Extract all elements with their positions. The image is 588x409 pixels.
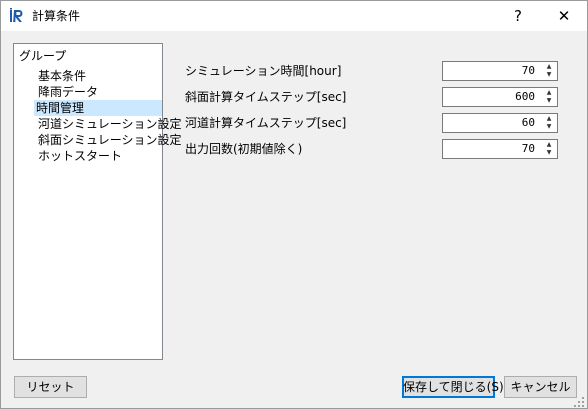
- river-timestep-value[interactable]: 60: [443, 114, 539, 132]
- spin-up-icon[interactable]: ▲: [542, 89, 556, 97]
- spin-arrows[interactable]: ▲ ▼: [542, 89, 556, 105]
- help-button[interactable]: ?: [495, 1, 541, 31]
- tree-item-time-management[interactable]: 時間管理: [34, 100, 162, 116]
- spin-down-icon[interactable]: ▼: [542, 123, 556, 131]
- title-bar[interactable]: 計算条件 ? ✕: [1, 1, 587, 31]
- group-header: グループ: [19, 49, 67, 63]
- spin-arrows[interactable]: ▲ ▼: [542, 141, 556, 157]
- tree-item-basic-conditions[interactable]: 基本条件: [36, 68, 86, 84]
- save-and-close-button[interactable]: 保存して閉じる(S): [402, 376, 504, 398]
- spin-arrows[interactable]: ▲ ▼: [542, 115, 556, 131]
- simulation-time-value[interactable]: 70: [443, 62, 539, 80]
- spin-down-icon[interactable]: ▼: [542, 149, 556, 157]
- river-timestep-spinbox[interactable]: 60 ▲ ▼: [442, 113, 558, 133]
- dialog-window: 計算条件 ? ✕ グループ 基本条件 降雨データ 時間管理 河道シミュレーション…: [0, 0, 588, 409]
- slope-timestep-value[interactable]: 600: [443, 88, 539, 106]
- tree-item-rainfall-data[interactable]: 降雨データ: [36, 84, 98, 100]
- spin-up-icon[interactable]: ▲: [542, 63, 556, 71]
- tree-item-hot-start[interactable]: ホットスタート: [36, 148, 122, 164]
- simulation-time-label: シミュレーション時間[hour]: [185, 64, 342, 78]
- group-tree-panel[interactable]: グループ 基本条件 降雨データ 時間管理 河道シミュレーション設定 斜面シミュレ…: [13, 43, 182, 360]
- spin-down-icon[interactable]: ▼: [542, 97, 556, 105]
- river-timestep-label: 河道計算タイムステップ[sec]: [185, 116, 347, 130]
- resize-grip-icon[interactable]: [573, 396, 585, 408]
- spin-up-icon[interactable]: ▲: [542, 115, 556, 123]
- spin-down-icon[interactable]: ▼: [542, 71, 556, 79]
- app-icon: [10, 8, 23, 22]
- close-button[interactable]: ✕: [541, 1, 587, 31]
- output-count-label: 出力回数(初期値除く): [185, 142, 303, 156]
- window-title: 計算条件: [32, 9, 81, 23]
- output-count-spinbox[interactable]: 70 ▲ ▼: [442, 139, 558, 159]
- reset-button[interactable]: リセット: [14, 376, 87, 398]
- tree-item-river-simulation-settings[interactable]: 河道シミュレーション設定: [36, 116, 182, 132]
- simulation-time-spinbox[interactable]: 70 ▲ ▼: [442, 61, 558, 81]
- cancel-button[interactable]: キャンセル: [504, 376, 577, 398]
- spin-arrows[interactable]: ▲ ▼: [542, 63, 556, 79]
- slope-timestep-label: 斜面計算タイムステップ[sec]: [185, 90, 347, 104]
- slope-timestep-spinbox[interactable]: 600 ▲ ▼: [442, 87, 558, 107]
- tree-item-slope-simulation-settings[interactable]: 斜面シミュレーション設定: [36, 132, 182, 148]
- output-count-value[interactable]: 70: [443, 140, 539, 158]
- spin-up-icon[interactable]: ▲: [542, 141, 556, 149]
